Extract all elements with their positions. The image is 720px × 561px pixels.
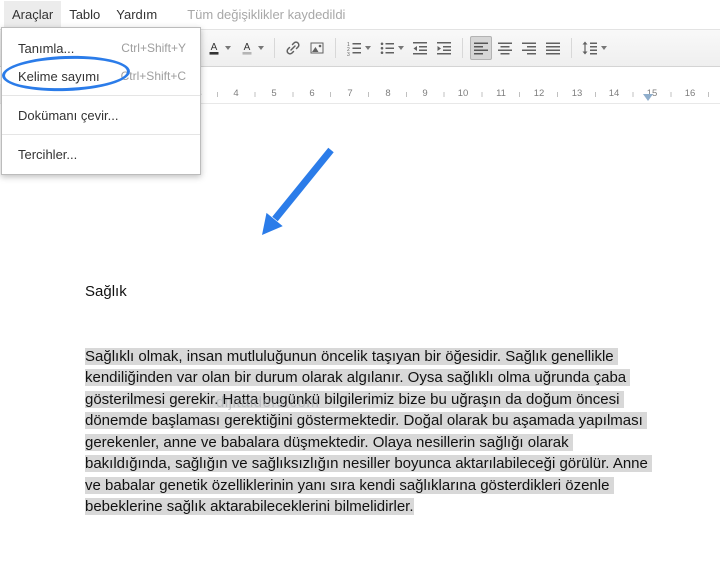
- chevron-down-icon: [398, 46, 404, 50]
- align-left-button[interactable]: [470, 36, 492, 60]
- ruler-mark: 12: [533, 88, 545, 99]
- google-docs-window: Araçlar Tablo Yardım Tüm değişiklikler k…: [0, 0, 720, 561]
- menu-bar: Araçlar Tablo Yardım Tüm değişiklikler k…: [0, 0, 720, 29]
- increase-indent-icon: [436, 40, 452, 56]
- menu-item-translate-document[interactable]: Dokümanı çevir...: [2, 101, 200, 129]
- align-right-icon: [521, 40, 537, 56]
- image-icon: [309, 40, 325, 56]
- align-left-icon: [473, 40, 489, 56]
- save-status: Tüm değişiklikler kaydedildi: [187, 7, 346, 22]
- align-center-button[interactable]: [494, 36, 516, 60]
- menu-item-preferences[interactable]: Tercihler...: [2, 140, 200, 168]
- justify-button[interactable]: [542, 36, 564, 60]
- toolbar-separator: [462, 38, 463, 58]
- ruler-mark: 6: [309, 88, 315, 99]
- menu-item-word-count[interactable]: Kelime sayımı Ctrl+Shift+C: [2, 62, 200, 90]
- chevron-down-icon: [601, 46, 607, 50]
- menu-separator: [2, 134, 200, 135]
- tools-menu-dropdown: Tanımla... Ctrl+Shift+Y Kelime sayımı Ct…: [1, 27, 201, 175]
- line-spacing-button[interactable]: [579, 36, 610, 60]
- menu-tools[interactable]: Araçlar: [4, 1, 62, 28]
- ruler-mark: 10: [457, 88, 469, 99]
- toolbar-separator: [571, 38, 572, 58]
- menu-item-shortcut: Ctrl+Shift+C: [120, 69, 186, 83]
- ruler-mark: 7: [347, 88, 353, 99]
- bulleted-list-button[interactable]: [376, 36, 407, 60]
- selected-text: Sağlıklı olmak, insan mutluluğunun öncel…: [85, 347, 653, 515]
- ruler-mark: 5: [271, 88, 277, 99]
- menu-help[interactable]: Yardım: [108, 1, 165, 28]
- align-center-icon: [497, 40, 513, 56]
- chevron-down-icon: [258, 46, 264, 50]
- text-color-button[interactable]: A: [203, 36, 234, 60]
- menu-item-label: Tercihler...: [18, 146, 78, 162]
- ruler-mark: 4: [233, 88, 239, 99]
- align-right-button[interactable]: [518, 36, 540, 60]
- numbered-list-icon: 123: [346, 40, 362, 56]
- link-icon: [285, 40, 301, 56]
- ruler-mark: 14: [608, 88, 620, 99]
- ruler-mark: 11: [496, 88, 506, 99]
- ruler-mark: 8: [385, 88, 391, 99]
- menu-item-label: Tanımla...: [18, 40, 75, 56]
- menu-separator: [2, 95, 200, 96]
- ruler-mark: 13: [571, 88, 583, 99]
- menu-table[interactable]: Tablo: [61, 1, 108, 28]
- menu-item-shortcut: Ctrl+Shift+Y: [121, 41, 186, 55]
- chevron-down-icon: [365, 46, 371, 50]
- doc-heading-saglik: Sağlık: [85, 283, 127, 300]
- menu-item-define[interactable]: Tanımla... Ctrl+Shift+Y: [2, 34, 200, 62]
- bulleted-list-icon: [379, 40, 395, 56]
- highlight-color-button[interactable]: A: [236, 36, 267, 60]
- decrease-indent-button[interactable]: [409, 36, 431, 60]
- right-indent-marker[interactable]: [643, 94, 653, 101]
- justify-icon: [545, 40, 561, 56]
- doc-paragraph-saglik: Sağlıklı olmak, insan mutluluğunun öncel…: [85, 346, 653, 518]
- highlight-color-icon: A: [239, 40, 255, 56]
- ruler-mark: 9: [422, 88, 428, 99]
- ruler-mark: 16: [684, 88, 696, 99]
- text-color-icon: A: [206, 40, 222, 56]
- toolbar-separator: [335, 38, 336, 58]
- menu-item-label: Dokümanı çevir...: [18, 107, 119, 123]
- insert-image-button[interactable]: [306, 36, 328, 60]
- numbered-list-button[interactable]: 123: [343, 36, 374, 60]
- line-spacing-icon: [582, 40, 598, 56]
- insert-link-button[interactable]: [282, 36, 304, 60]
- svg-text:A: A: [244, 42, 251, 53]
- document-body[interactable]: Sağlık Sağlıklı olmak, insan mutluluğunu…: [85, 238, 653, 561]
- menu-item-label: Kelime sayımı: [18, 68, 100, 84]
- increase-indent-button[interactable]: [433, 36, 455, 60]
- svg-text:A: A: [211, 42, 218, 53]
- decrease-indent-icon: [412, 40, 428, 56]
- svg-text:3: 3: [347, 52, 350, 56]
- toolbar-separator: [274, 38, 275, 58]
- chevron-down-icon: [225, 46, 231, 50]
